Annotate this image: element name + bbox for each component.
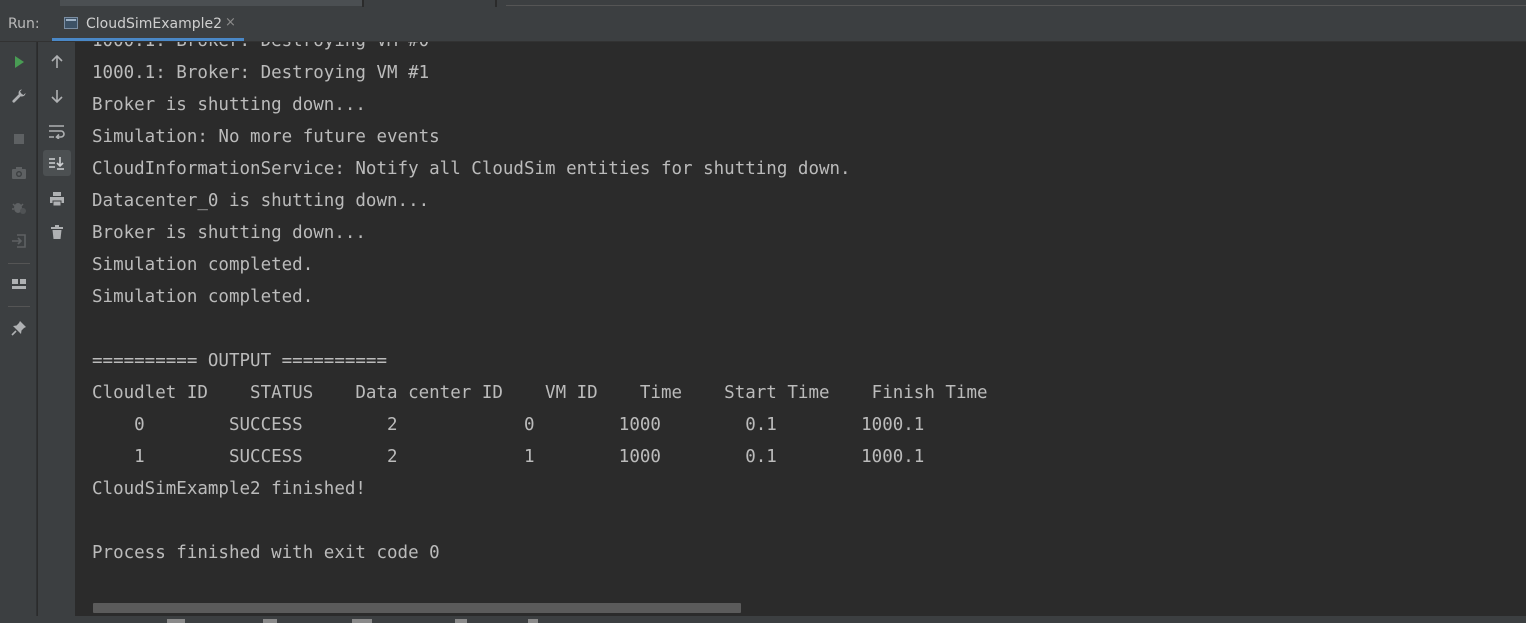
edit-configuration-button[interactable]	[5, 83, 33, 109]
rerun-icon	[15, 56, 24, 68]
print-icon	[50, 192, 64, 207]
tab-title: CloudSimExample2	[86, 16, 223, 32]
console-line: Simulation: No more future events	[92, 127, 440, 147]
trash-icon	[51, 225, 63, 239]
tool-window-stub	[263, 619, 277, 623]
run-toolbar-right	[38, 42, 75, 616]
stop-button[interactable]	[5, 126, 33, 152]
clear-all-button[interactable]	[43, 219, 71, 245]
soft-wrap-button[interactable]	[43, 118, 71, 144]
tool-window-stub	[528, 619, 538, 623]
previous-occurrence-button[interactable]	[43, 49, 71, 75]
tab-separator	[495, 0, 497, 7]
console-output[interactable]: 1000.1: Broker: Destroying VM #0 1000.1: …	[75, 42, 1526, 616]
console-line: 0 SUCCESS 2 0 1000 0.1 1000.1	[92, 415, 925, 435]
debug-settings-button[interactable]	[5, 194, 33, 220]
tool-window-stub	[455, 619, 467, 623]
console-line: 1000.1: Broker: Destroying VM #0	[92, 42, 988, 57]
bug-settings-icon	[12, 203, 26, 214]
pin-icon	[11, 321, 26, 336]
editor-tab-ghost[interactable]	[60, 0, 363, 6]
stop-icon	[14, 134, 24, 144]
print-button[interactable]	[43, 186, 71, 212]
tab-cloudsimexample2[interactable]: CloudSimExample2 ×	[52, 7, 244, 41]
dump-threads-button[interactable]	[5, 160, 33, 186]
horizontal-scrollbar[interactable]	[93, 603, 741, 613]
console-line: Simulation completed.	[92, 287, 314, 307]
soft-wrap-icon	[49, 125, 65, 139]
exit-icon	[12, 234, 26, 248]
bottom-tool-strip	[0, 616, 1526, 623]
console-line: Process finished with exit code 0	[92, 543, 440, 563]
scroll-to-end-icon	[49, 157, 64, 170]
down-arrow-icon	[51, 90, 63, 104]
toolbar-divider	[8, 306, 30, 307]
console-line: CloudSimExample2 finished!	[92, 479, 366, 499]
close-icon[interactable]: ×	[225, 15, 236, 30]
tool-window-stub	[352, 619, 372, 623]
console-line: Cloudlet ID STATUS Data center ID VM ID …	[92, 383, 988, 403]
console-window-icon	[64, 17, 78, 29]
tab-strip-divider	[506, 5, 1526, 6]
run-toolbar-left	[0, 42, 37, 616]
next-occurrence-button[interactable]	[43, 83, 71, 109]
restore-layout-button[interactable]	[5, 271, 33, 297]
wrench-icon	[12, 89, 26, 103]
console-line: 1 SUCCESS 2 1 1000 0.1 1000.1	[92, 447, 925, 467]
run-label: Run:	[8, 16, 40, 32]
scroll-to-end-button[interactable]	[43, 150, 71, 176]
toolbar-divider	[8, 263, 30, 264]
pin-tab-button[interactable]	[5, 315, 33, 341]
console-line: Broker is shutting down...	[92, 223, 366, 243]
tool-window-stub	[167, 619, 185, 623]
layout-icon	[12, 279, 26, 289]
console-lines: 1000.1: Broker: Destroying VM #0 1000.1: …	[92, 42, 988, 569]
run-panel-header: Run: CloudSimExample2 ×	[0, 7, 1526, 42]
exit-button[interactable]	[5, 228, 33, 254]
console-line: ========== OUTPUT ==========	[92, 351, 388, 371]
camera-icon	[12, 167, 26, 179]
console-line: 1000.1: Broker: Destroying VM #1	[92, 63, 430, 83]
tab-separator	[362, 0, 364, 7]
editor-tab-strip	[0, 0, 1526, 7]
console-line: Datacenter_0 is shutting down...	[92, 191, 430, 211]
console-line: Broker is shutting down...	[92, 95, 366, 115]
up-arrow-icon	[51, 54, 63, 68]
rerun-button[interactable]	[5, 49, 33, 75]
console-line: CloudInformationService: Notify all Clou…	[92, 159, 851, 179]
console-line: Simulation completed.	[92, 255, 314, 275]
